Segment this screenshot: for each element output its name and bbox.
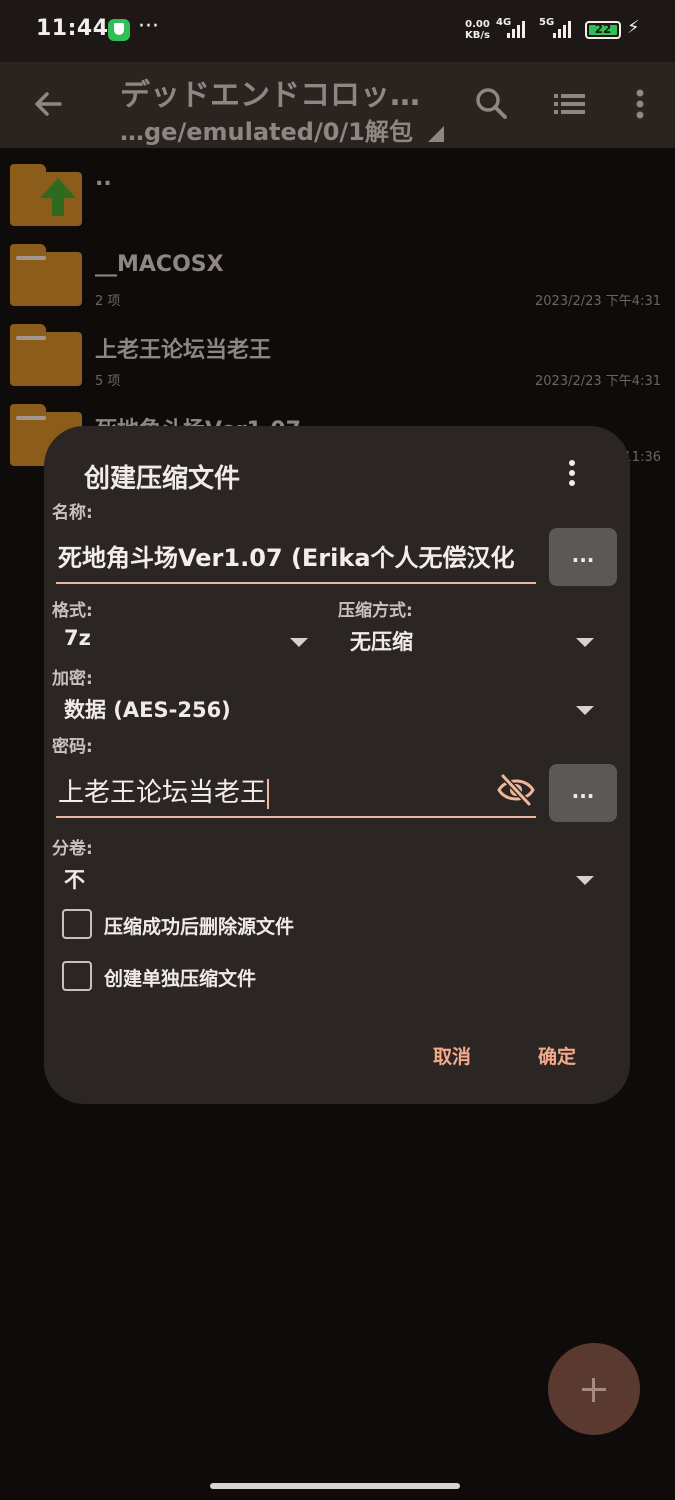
signal-5g-icon xyxy=(553,20,571,38)
network-5g-label: 5G xyxy=(539,17,555,28)
chevron-down-icon xyxy=(576,638,594,647)
folder-up-icon xyxy=(10,164,82,226)
text-cursor xyxy=(267,778,270,809)
dialog-title: 创建压缩文件 xyxy=(84,464,241,494)
delete-source-label[interactable]: 压缩成功后删除源文件 xyxy=(104,912,294,939)
current-path[interactable]: …ge/emulated/0/1解包 xyxy=(120,112,413,147)
chevron-down-icon xyxy=(290,638,308,647)
cancel-button[interactable]: 取消 xyxy=(433,1042,471,1069)
battery-level: 22 xyxy=(594,22,612,36)
path-dropdown-icon[interactable] xyxy=(428,126,444,142)
password-label: 密码: xyxy=(52,737,93,757)
back-arrow-icon[interactable] xyxy=(30,86,66,122)
dialog-more-icon[interactable] xyxy=(562,460,582,492)
eye-off-icon[interactable] xyxy=(496,772,536,808)
network-speed: 0.00 KB/s xyxy=(465,19,490,41)
encryption-select[interactable]: 数据 (AES-256) xyxy=(56,690,602,730)
status-time: 11:44 xyxy=(36,16,109,41)
delete-source-checkbox[interactable] xyxy=(62,909,92,939)
signal-4g-icon xyxy=(507,20,525,38)
add-fab-button[interactable] xyxy=(548,1343,640,1435)
charging-icon: ⚡ xyxy=(627,17,640,38)
status-bar: 11:44 ··· 0.00 KB/s 4G 5G 22 ⚡ xyxy=(0,0,675,62)
search-icon[interactable] xyxy=(472,84,512,124)
folder-title: デッドエンドコロッ… xyxy=(120,78,420,113)
list-item-parent[interactable]: .. xyxy=(0,156,675,236)
browse-name-button[interactable]: ... xyxy=(549,528,617,586)
encryption-value: 数据 (AES-256) xyxy=(64,698,231,722)
split-label: 分卷: xyxy=(52,839,93,859)
password-value: 上老王论坛当老王 xyxy=(58,772,270,809)
archive-name-value: 死地角斗场Ver1.07 (Erika个人无偿汉化 xyxy=(58,544,515,572)
name-label: 名称: xyxy=(52,503,93,523)
modified-date: 2023/2/23 下午4:31 xyxy=(535,294,661,309)
chevron-down-icon xyxy=(576,876,594,885)
item-count: 2 项 xyxy=(95,294,121,309)
split-value: 不 xyxy=(64,868,85,892)
modified-date: 2023/2/23 下午4:31 xyxy=(535,374,661,389)
home-indicator[interactable] xyxy=(210,1483,460,1489)
battery-icon: 22 xyxy=(585,21,621,39)
network-speed-unit: KB/s xyxy=(465,30,490,41)
format-value: 7z xyxy=(64,626,91,650)
list-item[interactable]: __MACOSX 2 项 2023/2/23 下午4:31 xyxy=(0,236,675,316)
create-archive-dialog: 创建压缩文件 名称: 死地角斗场Ver1.07 (Erika个人无偿汉化 ...… xyxy=(44,426,630,1104)
app-bar: デッドエンドコロッ… …ge/emulated/0/1解包 xyxy=(0,62,675,148)
compression-label: 压缩方式: xyxy=(338,601,413,621)
password-field[interactable]: 上老王论坛当老王 xyxy=(56,762,536,818)
item-count: 5 项 xyxy=(95,374,121,389)
file-name: 上老王论坛当老王 xyxy=(95,338,272,363)
status-more-notifications: ··· xyxy=(138,14,159,39)
encryption-label: 加密: xyxy=(52,669,93,689)
format-label: 格式: xyxy=(52,601,93,621)
file-name: .. xyxy=(95,166,112,191)
list-item[interactable]: 上老王论坛当老王 5 项 2023/2/23 下午4:31 xyxy=(0,316,675,396)
list-view-icon[interactable] xyxy=(550,84,590,124)
ok-button[interactable]: 确定 xyxy=(538,1042,576,1069)
compression-value: 无压缩 xyxy=(350,630,413,654)
password-options-button[interactable]: ... xyxy=(549,764,617,822)
file-name: __MACOSX xyxy=(95,252,224,277)
folder-icon xyxy=(10,324,82,386)
shield-icon xyxy=(108,19,130,41)
folder-icon xyxy=(10,244,82,306)
separate-archive-label[interactable]: 创建单独压缩文件 xyxy=(104,964,256,991)
network-speed-value: 0.00 xyxy=(465,19,490,30)
archive-name-field[interactable]: 死地角斗场Ver1.07 (Erika个人无偿汉化 xyxy=(56,528,536,584)
split-select[interactable]: 不 xyxy=(56,860,602,900)
format-select[interactable]: 7z xyxy=(56,622,316,662)
overflow-menu-icon[interactable] xyxy=(620,84,660,124)
separate-archive-checkbox[interactable] xyxy=(62,961,92,991)
compression-select[interactable]: 无压缩 xyxy=(342,622,602,662)
chevron-down-icon xyxy=(576,706,594,715)
